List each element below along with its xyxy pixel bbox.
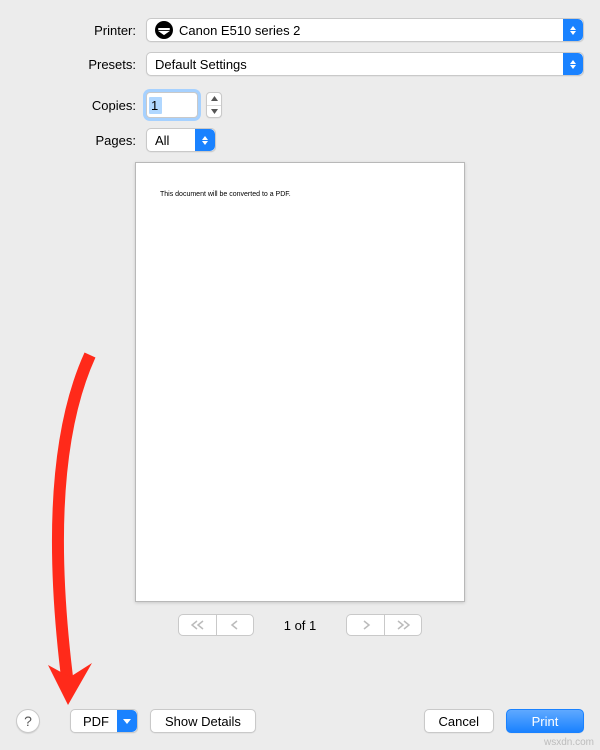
chevron-right-icon — [359, 620, 373, 630]
presets-select-value: Default Settings — [155, 57, 247, 72]
copies-label: Copies: — [16, 98, 146, 113]
preview-page: This document will be converted to a PDF… — [135, 162, 465, 602]
pdf-label: PDF — [83, 714, 109, 729]
presets-select[interactable]: Default Settings — [146, 52, 584, 76]
copies-value: 1 — [149, 97, 162, 114]
printer-label: Printer: — [16, 23, 146, 38]
updown-icon — [563, 19, 583, 41]
presets-label: Presets: — [16, 57, 146, 72]
copies-input[interactable]: 1 — [146, 92, 198, 118]
pager-forward-group — [346, 614, 422, 636]
watermark: wsxdn.com — [544, 737, 594, 748]
cancel-button[interactable]: Cancel — [424, 709, 494, 733]
pdf-menu-button[interactable]: PDF — [70, 709, 138, 733]
next-page-button[interactable] — [346, 614, 384, 636]
first-page-button[interactable] — [178, 614, 216, 636]
chevron-left-icon — [228, 620, 242, 630]
pager-back-group — [178, 614, 254, 636]
help-icon: ? — [24, 713, 32, 729]
preview-text: This document will be converted to a PDF… — [160, 191, 291, 198]
help-button[interactable]: ? — [16, 709, 40, 733]
pages-select-value: All — [155, 133, 169, 148]
double-chevron-right-icon — [396, 620, 410, 630]
page-indicator: 1 of 1 — [270, 618, 330, 633]
pages-label: Pages: — [16, 133, 146, 148]
prev-page-button[interactable] — [216, 614, 254, 636]
print-button[interactable]: Print — [506, 709, 584, 733]
stepper-up-icon[interactable] — [207, 93, 221, 106]
double-chevron-left-icon — [191, 620, 205, 630]
updown-icon — [195, 129, 215, 151]
printer-status-icon — [155, 21, 173, 39]
updown-icon — [563, 53, 583, 75]
printer-select-value: Canon E510 series 2 — [179, 23, 300, 38]
printer-select[interactable]: Canon E510 series 2 — [146, 18, 584, 42]
chevron-down-icon — [117, 710, 137, 732]
pages-select[interactable]: All — [146, 128, 216, 152]
copies-stepper[interactable] — [206, 92, 222, 118]
stepper-down-icon[interactable] — [207, 106, 221, 118]
bottom-bar: ? PDF Show Details Cancel Print — [0, 692, 600, 750]
show-details-button[interactable]: Show Details — [150, 709, 256, 733]
last-page-button[interactable] — [384, 614, 422, 636]
